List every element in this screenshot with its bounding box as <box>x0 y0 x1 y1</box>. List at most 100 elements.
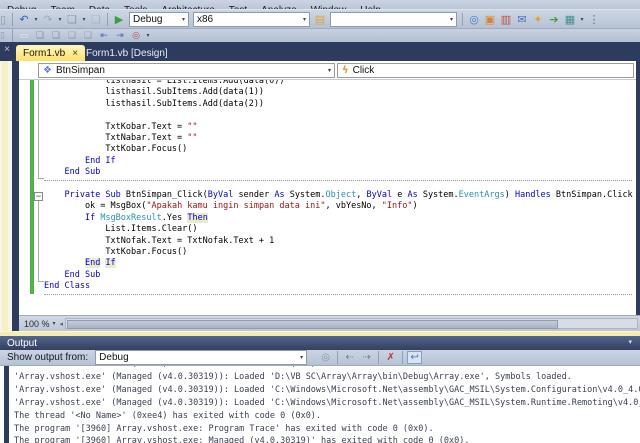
toolbar-separator <box>12 29 13 42</box>
editor-zoom-level[interactable]: 100 % <box>24 319 50 329</box>
code-line: End Sub <box>64 269 101 280</box>
tab-form1-vb[interactable]: Form1.vb × <box>16 45 86 61</box>
undo-icon[interactable]: ↶ <box>16 12 32 26</box>
output-line: 'Array.vshost.exe' (Managed (v4.0.30319)… <box>14 384 640 395</box>
horizontal-scrollbar-thumb[interactable] <box>67 320 559 329</box>
find-combo-caret[interactable]: ▾ <box>450 16 453 23</box>
add-folder-icon[interactable]: ▥ <box>498 12 514 26</box>
toolbar-separator <box>462 12 463 26</box>
indent-decrease-icon[interactable]: ⇤ <box>96 30 112 42</box>
clear-all-icon[interactable]: ✗ <box>383 351 398 364</box>
output-source-combo[interactable]: Debug ▾ <box>95 350 308 365</box>
sparkle-tool-icon[interactable]: ✦ <box>530 12 546 26</box>
redo-icon[interactable]: ↷ <box>40 12 56 26</box>
tab-label: Form1.vb <box>23 47 66 59</box>
previous-message-icon[interactable]: ⇠ <box>342 351 357 364</box>
solution-configurations-combo-value: Debug <box>133 13 163 25</box>
vs-ide-window: DebugTeamDataToolsArchitectureTestAnalyz… <box>0 0 640 443</box>
left-panel-close-icon[interactable]: × <box>2 44 12 56</box>
objects-dropdown[interactable]: ❖ BtnSimpan ▾ <box>38 63 335 78</box>
horizontal-scrollbar[interactable] <box>65 318 638 329</box>
fold-collapse-box-icon[interactable]: − <box>34 192 43 201</box>
undo-dropdown-caret[interactable]: ▾ <box>32 16 40 23</box>
toolbar-separator <box>402 351 404 364</box>
output-log[interactable]: The thread '<No Name>' (0x...) has exite… <box>0 366 640 443</box>
code-line: End Class <box>44 281 91 292</box>
objects-dropdown-caret[interactable]: ▾ <box>328 67 331 74</box>
solution-platforms-combo-caret[interactable]: ▾ <box>303 16 306 23</box>
find-quick-icon[interactable]: ◎ <box>128 30 144 42</box>
quick-info-bubble-icon[interactable]: ❏ <box>64 30 80 42</box>
go-to-code-icon[interactable]: ➔ <box>546 12 562 26</box>
clipped-icon-2[interactable]: ▯ <box>0 30 9 42</box>
output-panel-title-bar[interactable]: Output <box>0 336 640 350</box>
procedure-separator-line <box>44 293 632 295</box>
code-line: listhasil.SubItems.Add(data(1)) <box>44 87 265 98</box>
output-line: The program '[3960] Array.vshost.exe: Ma… <box>14 436 470 443</box>
standard-toolbar: ▯ ↶ ▾ ↷ ▾ ❏ ▾ ❏ ▶ Debug ▾ x86 ▾ ▤ ▾ ◎ ▣ ▥ ✉ ✦ ➔ ▦ ▾ ⋮ <box>0 9 640 28</box>
code-line: listhasil.SubItems.Add(data(2)) <box>44 98 265 109</box>
navigate-backward-icon[interactable]: ❏ <box>64 12 80 26</box>
tab-label: Form1.vb [Design] <box>86 47 168 59</box>
output-line: The thread '<No Name>' (0xee4) has exite… <box>14 410 322 421</box>
solution-configurations-combo[interactable]: Debug ▾ <box>129 11 189 27</box>
editor-zoom-caret[interactable]: ▾ <box>53 320 56 327</box>
find-combo[interactable]: ▾ <box>330 11 457 27</box>
output-source-value: Debug <box>99 352 129 363</box>
hscroll-left-arrow-icon[interactable]: ◂ <box>60 320 64 328</box>
parameter-info-bubble-icon[interactable]: ❏ <box>48 30 64 42</box>
left-panel-sliver[interactable] <box>0 61 12 331</box>
image-preview-icon[interactable]: ▦ <box>562 12 578 26</box>
change-tracking-bar <box>30 80 34 294</box>
method-icon: ❖ <box>43 65 52 76</box>
tab-form1-vb-design[interactable]: Form1.vb [Design] <box>78 45 176 61</box>
left-panel-sliver-strip <box>2 61 8 331</box>
toolbar-overflow-icon[interactable]: ⋮ <box>586 12 602 26</box>
new-item-icon[interactable]: ▣ <box>482 12 498 26</box>
clipped-icon[interactable]: ▯ <box>0 12 9 26</box>
document-tab-bar: × Form1.vb × Form1.vb [Design] <box>0 42 640 61</box>
code-line: End If <box>84 155 116 166</box>
solution-configurations-combo-caret[interactable]: ▾ <box>182 16 185 23</box>
output-panel-title: Output <box>7 337 38 349</box>
events-dropdown[interactable]: ϟ Click <box>337 63 634 78</box>
output-window-menu-caret[interactable]: ▾ <box>628 338 632 346</box>
indent-increase-icon[interactable]: ⇥ <box>112 30 128 42</box>
word-completion-bubble-icon[interactable]: ❏ <box>80 30 96 42</box>
objects-dropdown-value: BtnSimpan <box>55 65 105 76</box>
toolbar-separator <box>12 12 13 26</box>
code-line: ok = MsgBox("Apakah kamu ingin simpan da… <box>44 201 418 212</box>
code-line: If MsgBoxResult.Yes Then <box>84 212 208 223</box>
code-line: End If <box>84 258 116 269</box>
find-symbol-icon[interactable]: ◎ <box>466 12 482 26</box>
code-line: TxtNofak.Text = TxtNofak.Text + 1 <box>44 235 275 246</box>
output-toolbar: Show output from: Debug ▾ ◎ ⇠ ⇢ ✗ ↩ <box>0 350 640 366</box>
code-line: End Sub <box>64 167 101 178</box>
code-line: Private Sub BtnSimpan_Click(ByVal sender… <box>64 190 633 200</box>
open-folder-icon[interactable]: ▤ <box>312 12 328 26</box>
start-debugging-icon[interactable]: ▶ <box>111 12 127 26</box>
toolbar-separator <box>337 351 339 364</box>
navigate-forward-icon[interactable]: ❏ <box>88 12 104 26</box>
editor-navigation-bar: ❖ BtnSimpan ▾ ϟ Click <box>19 61 636 80</box>
event-lightning-icon: ϟ <box>342 65 349 76</box>
intellisense-box-icon[interactable]: ▭ <box>16 30 32 42</box>
output-line: The program '[3960] Array.vshost.exe: Pr… <box>14 423 434 434</box>
find-message-icon[interactable]: ◎ <box>318 351 333 364</box>
navigate-backward-caret[interactable]: ▾ <box>80 16 88 23</box>
mail-icon[interactable]: ✉ <box>514 12 530 26</box>
solution-platforms-combo[interactable]: x86 ▾ <box>193 11 310 27</box>
toolbar-separator <box>107 12 108 26</box>
redo-dropdown-caret[interactable]: ▾ <box>56 16 64 23</box>
text-editor-toolbar: ▯ ▭ ❏ ❏ ❏ ❏ ⇤ ⇥ ◎ ▾ <box>0 28 640 42</box>
code-line: TxtKobar.Focus() <box>44 144 188 155</box>
toolbar2-more-caret[interactable]: ▾ <box>144 32 152 39</box>
next-message-icon[interactable]: ⇢ <box>359 351 374 364</box>
output-left-strip <box>4 366 9 443</box>
toggle-word-wrap-icon[interactable]: ↩ <box>407 351 423 364</box>
show-output-from-label: Show output from: <box>7 352 89 363</box>
toolbar-more-caret[interactable]: ▾ <box>578 16 586 23</box>
member-list-bubble-icon[interactable]: ❏ <box>32 30 48 42</box>
code-editor[interactable]: − listhasil = List.Items.Add(data(0)) li… <box>19 80 636 315</box>
output-source-caret[interactable]: ▾ <box>300 354 303 361</box>
